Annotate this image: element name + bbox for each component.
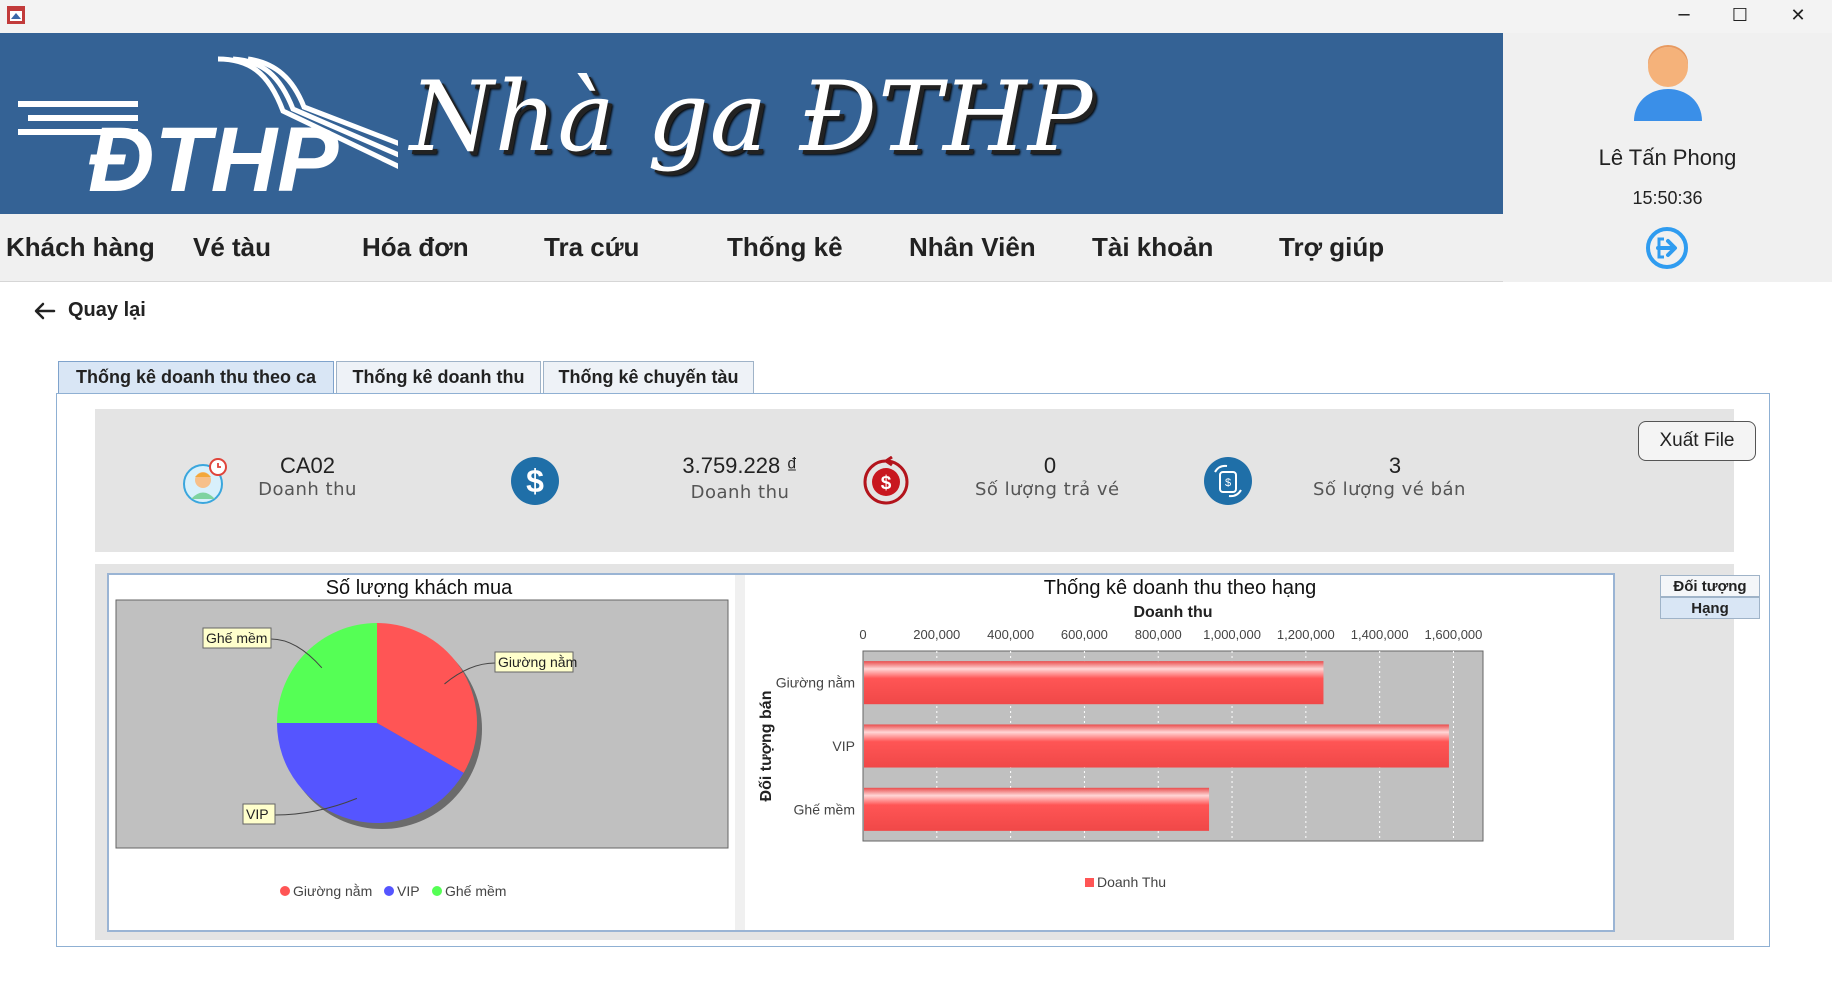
x-tick-label: 1,000,000: [1203, 627, 1261, 642]
app-title: Nhà ga ĐTHP: [409, 61, 1094, 173]
pie-label: Ghế mềm: [206, 630, 267, 646]
charts-area: Số lượng khách mua Giường nằm VIP Ghế mềm …: [95, 564, 1760, 940]
menu-tai-khoan[interactable]: Tài khoản: [1092, 232, 1213, 263]
stats-summary: CA02 Doanh thu $ 3.759.228 ₫ Doanh thu $…: [95, 409, 1756, 552]
x-tick-label: 1,600,000: [1425, 627, 1483, 642]
legend-label: Ghế mềm: [445, 883, 506, 899]
x-axis-label: Doanh thu: [1133, 604, 1212, 621]
menu-tra-cuu[interactable]: Tra cứu: [544, 232, 639, 263]
pie-label: Giường nằm: [498, 654, 577, 670]
clock: 15:50:36: [1632, 188, 1703, 208]
logout-icon[interactable]: [1644, 225, 1690, 271]
close-button[interactable]: ✕: [1770, 0, 1826, 30]
bar: [864, 787, 1210, 831]
y-tick-label: Ghế mềm: [794, 801, 855, 817]
legend-swatch: [280, 886, 290, 896]
window-title-bar: ─ ☐ ✕: [0, 0, 1832, 33]
menu-thong-ke[interactable]: Thống kê: [727, 232, 843, 263]
pie-chart-title: Số lượng khách mua: [325, 577, 513, 599]
user-avatar-icon: [1634, 45, 1702, 121]
y-axis-label: Đối tượng bán: [758, 691, 775, 802]
back-button[interactable]: Quay lại: [34, 299, 146, 322]
legend-swatch: [384, 886, 394, 896]
tab-panel: CA02 Doanh thu $ 3.759.228 ₫ Doanh thu $…: [56, 393, 1770, 947]
employee-shift-icon: [183, 458, 227, 504]
legend-swatch: [432, 886, 442, 896]
x-tick-label: 200,000: [913, 627, 960, 642]
side-tab-doi-tuong[interactable]: Đối tượng: [1660, 575, 1760, 597]
user-name: Lê Tấn Phong: [1598, 145, 1737, 170]
chart-divider: [735, 575, 745, 930]
side-tab-hang[interactable]: Hạng: [1660, 597, 1760, 619]
legend-label: VIP: [397, 883, 420, 899]
stat-refund-value: 0: [1043, 453, 1057, 478]
legend-label: Doanh Thu: [1097, 874, 1166, 890]
content-area: Quay lại Thống kê doanh thu theo ca Thốn…: [0, 282, 1832, 999]
svg-text:$: $: [526, 463, 544, 499]
charts-frame: Số lượng khách mua Giường nằm VIP Ghế mềm …: [107, 573, 1615, 932]
svg-text:$: $: [1225, 477, 1231, 489]
menu-nhan-vien[interactable]: Nhân Viên: [909, 232, 1036, 263]
maximize-button[interactable]: ☐: [1712, 0, 1768, 30]
stat-shift-value: CA02: [279, 453, 336, 478]
pie-chart: Giường nằm VIP Ghế mềm Giường nằm VIP Ghế mề…: [115, 599, 729, 899]
arrow-left-icon: [34, 302, 56, 319]
x-tick-label: 1,200,000: [1277, 627, 1335, 642]
svg-text:$: $: [881, 473, 892, 494]
y-tick-label: Giường nằm: [776, 675, 855, 691]
tab-thong-ke-doanh-thu-theo-ca[interactable]: Thống kê doanh thu theo ca: [58, 361, 334, 393]
x-tick-label: 600,000: [1061, 627, 1108, 642]
legend-label: Giường nằm: [293, 883, 372, 899]
stat-shift-label: Doanh thu: [258, 479, 357, 500]
ticket-exchange-icon: $: [1204, 457, 1252, 505]
pie-label: VIP: [246, 806, 269, 822]
x-tick-label: 1,400,000: [1351, 627, 1409, 642]
java-app-icon: [7, 6, 25, 24]
menu-hoa-don[interactable]: Hóa đơn: [362, 232, 469, 263]
menu-khach-hang[interactable]: Khách hàng: [6, 232, 155, 263]
stat-revenue-label: Doanh thu: [690, 482, 790, 503]
stat-tickets-value: 3: [1388, 453, 1402, 478]
tab-thong-ke-chuyen-tau[interactable]: Thống kê chuyến tàu: [543, 361, 754, 393]
back-label: Quay lại: [68, 299, 146, 321]
stat-tickets-label: Số lượng vé bán: [1313, 479, 1466, 500]
y-tick-label: VIP: [832, 738, 855, 754]
main-menu-bar: Khách hàng Vé tàu Hóa đơn Tra cứu Thống …: [0, 214, 1503, 282]
bar: [864, 724, 1449, 768]
x-tick-label: 0: [859, 627, 866, 642]
dollar-icon: $: [511, 457, 559, 505]
bar-chart-title: Thống kê doanh thu theo hạng: [1043, 577, 1317, 599]
stat-refund-label: Số lượng trả vé: [975, 479, 1120, 500]
menu-ve-tau[interactable]: Vé tàu: [193, 232, 271, 263]
refund-icon: $: [863, 456, 909, 505]
legend-swatch: [1085, 878, 1094, 887]
x-tick-label: 800,000: [1135, 627, 1182, 642]
bar-chart: Doanh thu 0 200,000 400,000 600,000 800,000 1,…: [758, 604, 1484, 890]
x-tick-label: 400,000: [987, 627, 1034, 642]
menu-tro-giup[interactable]: Trợ giúp: [1279, 232, 1384, 263]
minimize-button[interactable]: ─: [1656, 0, 1712, 30]
user-panel: Lê Tấn Phong 15:50:36: [1503, 33, 1832, 281]
export-file-button[interactable]: Xuất File: [1638, 421, 1756, 461]
tab-thong-ke-doanh-thu[interactable]: Thống kê doanh thu: [336, 361, 541, 393]
stat-revenue-value: 3.759.228 ₫: [682, 453, 798, 478]
bar: [864, 661, 1324, 705]
header-banner: ĐTHP Nhà ga ĐTHP: [0, 33, 1503, 214]
